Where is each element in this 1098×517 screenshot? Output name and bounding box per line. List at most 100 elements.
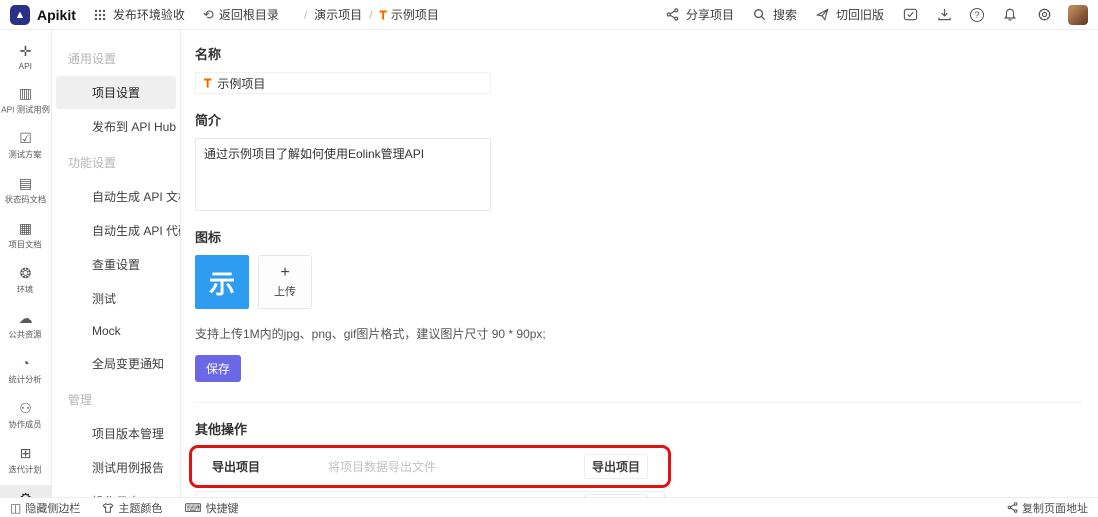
copy-page-url-button[interactable]: 复制页面地址 — [1007, 500, 1088, 516]
left-icon-rail: ✛API ▥ API 测试用例 ☑ 测试方案 ▤ 状态码文档 ▦ 项目文档 ❂ 环境 ☁公共资源◔统计… — [0, 30, 52, 497]
notifications-button[interactable] — [1002, 7, 1018, 23]
rail-item[interactable]: ✛API — [0, 38, 51, 77]
rail-item[interactable]: ⊞迭代计划 — [0, 440, 51, 482]
operation-row: 导出项目将项目数据导出文件导出项目 — [195, 451, 665, 482]
status-code-doc-icon: ▤ — [19, 176, 32, 190]
project-desc-textarea[interactable] — [195, 138, 491, 211]
rail-item-label: 项目文档 — [9, 239, 42, 251]
theme-color-button[interactable]: 主题颜色 — [102, 500, 162, 516]
rail-item-label: API 测试用例 — [1, 104, 50, 116]
search-button[interactable]: 搜索 — [752, 6, 797, 23]
breadcrumb-current[interactable]: 示例项目 — [391, 6, 439, 23]
sidebar-item[interactable]: 发布到 API Hub — [56, 110, 176, 143]
user-avatar[interactable] — [1068, 5, 1088, 25]
rail-item[interactable]: ▦ 项目文档 — [0, 215, 51, 257]
feedback-button[interactable] — [902, 7, 918, 23]
rail-item[interactable]: ☁公共资源 — [0, 305, 51, 347]
workspace-label: 发布环境验收 — [113, 6, 185, 23]
upload-hint-text: 支持上传1M内的jpg、png、gif图片格式，建议图片尺寸 90 * 90px… — [195, 325, 1082, 342]
sidebar-item[interactable]: 查重设置 — [56, 248, 176, 281]
paper-plane-icon — [815, 7, 831, 23]
rail-item[interactable]: ▤ 状态码文档 — [0, 170, 51, 212]
rail-item[interactable]: ▥ API 测试用例 — [0, 80, 51, 122]
hide-sidebar-button[interactable]: ◫ 隐藏侧边栏 — [10, 500, 80, 516]
switch-old-version-button[interactable]: 切回旧版 — [815, 6, 884, 23]
rail-item-label: 测试方案 — [9, 149, 42, 161]
project-name-field[interactable]: T — [195, 72, 491, 94]
name-field-label: 名称 — [195, 44, 1082, 63]
sidebar-item[interactable]: 项目设置 — [56, 76, 176, 109]
settings-button[interactable] — [1036, 7, 1052, 23]
back-to-root-button[interactable]: ⟲ 返回根目录 — [203, 6, 279, 23]
switch-old-label: 切回旧版 — [836, 6, 884, 23]
test-plan-icon: ☑ — [19, 131, 32, 145]
share-icon — [1007, 502, 1018, 513]
sidebar-item[interactable]: 测试用例报告 — [56, 451, 176, 484]
share-project-button[interactable]: 分享项目 — [665, 6, 734, 23]
apikit-logo-icon[interactable]: ▲ — [10, 5, 30, 25]
sidebar-item[interactable]: 自动生成 API 代码 — [56, 214, 176, 247]
breadcrumb-separator: / — [369, 8, 372, 22]
project-mini-icon: T — [204, 76, 211, 90]
sidebar-item[interactable]: 项目版本管理 — [56, 417, 176, 450]
settings-sidebar: 通用设置项目设置发布到 API Hub功能设置自动生成 API 文档自动生成 A… — [52, 30, 181, 497]
rail-item[interactable]: ❂ 环境 — [0, 260, 51, 302]
download-button[interactable] — [936, 7, 952, 23]
project-icon-preview: 示 — [195, 255, 249, 309]
shortcuts-button[interactable]: ⌨ 快捷键 — [184, 500, 238, 516]
help-icon: ? — [970, 8, 984, 22]
copy-page-url-label: 复制页面地址 — [1022, 500, 1088, 516]
status-bar: ◫ 隐藏侧边栏 主题颜色 ⌨ 快捷键 复制页面地址 — [0, 497, 1098, 517]
operation-description: 将项目数据导出文件 — [328, 458, 584, 475]
sidebar-item[interactable]: Mock — [56, 316, 176, 346]
project-mini-icon: T — [380, 8, 387, 22]
rail-item[interactable]: ⚇协作成员 — [0, 395, 51, 437]
other-operations-title: 其他操作 — [195, 419, 1082, 438]
rail-item-label: 状态码文档 — [5, 194, 46, 206]
section-divider — [195, 402, 1082, 403]
sidebar-section-header: 功能设置 — [52, 144, 180, 179]
icon-field-label: 图标 — [195, 227, 1082, 246]
sidebar-item[interactable]: 测试 — [56, 282, 176, 315]
sidebar-item[interactable]: 全局变更通知 — [56, 347, 176, 380]
upload-icon-button[interactable]: + 上传 — [258, 255, 312, 309]
operation-action-button[interactable]: 导出项目 — [584, 454, 648, 479]
statistics-icon: ◔ — [21, 356, 29, 370]
other-operations-list: 导出项目将项目数据导出文件导出项目克隆项目复制一个相同的项目克隆项目归档项目禁用… — [195, 451, 1082, 497]
project-settings-panel: 名称 T 简介 图标 示 + 上传 支持上传1M内的jpg、png、gif图片格… — [181, 30, 1098, 497]
rail-item[interactable]: ☑ 测试方案 — [0, 125, 51, 167]
rail-item-label: 迭代计划 — [9, 464, 42, 476]
app-title: Apikit — [37, 7, 76, 23]
help-button[interactable]: ? — [970, 8, 984, 22]
workspace-switcher[interactable]: 发布环境验收 — [92, 6, 185, 23]
rail-item-label: 协作成员 — [9, 419, 42, 431]
grid-menu-icon — [92, 7, 108, 23]
operation-title: 导出项目 — [212, 458, 328, 475]
environment-icon: ❂ — [20, 266, 32, 280]
panel-icon: ◫ — [10, 502, 21, 514]
back-label: 返回根目录 — [219, 6, 279, 23]
project-name-input[interactable] — [217, 76, 482, 90]
rail-item-label: 环境 — [17, 284, 34, 296]
public-resource-icon: ☁ — [19, 311, 33, 325]
desc-field-label: 简介 — [195, 110, 1082, 129]
sidebar-section-header: 管理 — [52, 381, 180, 416]
top-bar: ▲ Apikit 发布环境验收 ⟲ 返回根目录 / 演示项目 / T 示例项目 — [0, 0, 1098, 30]
search-icon — [752, 7, 768, 23]
tshirt-icon — [102, 502, 114, 514]
plus-icon: + — [280, 265, 289, 281]
upload-label: 上传 — [274, 283, 296, 299]
breadcrumb-parent[interactable]: 演示项目 — [314, 6, 362, 23]
search-label: 搜索 — [773, 6, 797, 23]
sidebar-item[interactable]: 自动生成 API 文档 — [56, 180, 176, 213]
api-icon: ✛ — [20, 44, 32, 58]
rail-item[interactable]: ◔统计分析 — [0, 350, 51, 392]
sidebar-item[interactable]: 操作日志 — [56, 485, 176, 497]
breadcrumb-separator: / — [304, 8, 307, 22]
project-doc-icon: ▦ — [19, 221, 32, 235]
logo-glyph: ▲ — [15, 9, 26, 21]
save-button[interactable]: 保存 — [195, 355, 241, 382]
back-icon: ⟲ — [203, 7, 214, 23]
share-icon — [665, 7, 681, 23]
api-testcase-icon: ▥ — [19, 86, 32, 100]
